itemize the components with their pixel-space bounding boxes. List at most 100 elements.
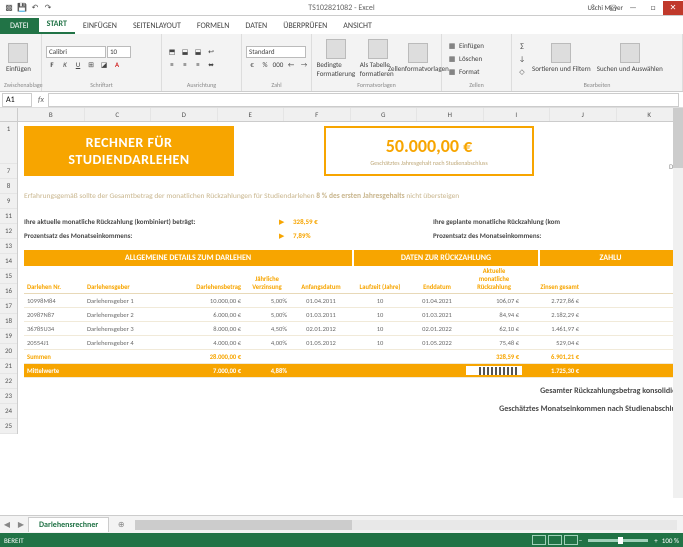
fill-color-button[interactable]: ◪ — [98, 59, 110, 71]
paste-button[interactable]: Einfügen — [4, 41, 33, 75]
bold-button[interactable]: F — [46, 59, 58, 71]
zoom-value[interactable]: 100 % — [662, 536, 679, 545]
cell-styles-button[interactable]: Zellenformatvorlagen — [400, 41, 437, 75]
add-sheet-button[interactable]: ⊕ — [113, 520, 129, 530]
align-center-button[interactable]: ≡ — [179, 59, 191, 71]
font-name-combo[interactable]: Calibri — [46, 46, 106, 58]
find-select-button[interactable]: Suchen und Auswählen — [595, 41, 665, 75]
clear-button[interactable]: ◇ — [516, 65, 528, 77]
dec-decimal-button[interactable]: → — [298, 59, 310, 71]
delete-cells-button[interactable]: ▦ — [446, 52, 458, 64]
row-header[interactable]: 8 — [0, 179, 17, 194]
font-size-combo[interactable]: 10 — [107, 46, 131, 58]
table-row-average[interactable]: Mittelwerte 7.000,00 € 4,88% 1.725,30 € — [24, 364, 683, 378]
underline-button[interactable]: U — [72, 59, 84, 71]
scrollbar-thumb[interactable] — [673, 108, 683, 168]
table-row[interactable]: 20987N87 Darlehensgeber 2 6.000,00 € 5,0… — [24, 308, 683, 322]
name-box[interactable]: A1 — [2, 93, 32, 107]
row-header[interactable]: 21 — [0, 359, 17, 374]
col-header[interactable]: J — [550, 108, 617, 121]
zoom-out-button[interactable]: − — [579, 536, 583, 545]
row-header[interactable]: 22 — [0, 374, 17, 389]
font-color-button[interactable]: A — [111, 59, 123, 71]
zoom-in-button[interactable]: + — [654, 536, 658, 545]
select-all-corner[interactable] — [0, 108, 18, 121]
col-header[interactable]: B — [18, 108, 85, 121]
sheet-nav-prev[interactable]: ◀ — [0, 520, 14, 530]
align-top-button[interactable]: ⬒ — [166, 46, 178, 58]
col-header[interactable]: I — [484, 108, 551, 121]
row-header[interactable]: 1 — [0, 122, 17, 164]
row-header[interactable]: 19 — [0, 329, 17, 344]
row-header[interactable]: 18 — [0, 314, 17, 329]
currency-button[interactable]: € — [246, 59, 258, 71]
insert-cells-button[interactable]: ▦ — [446, 39, 458, 51]
row-header[interactable]: 12 — [0, 224, 17, 239]
tab-data[interactable]: DATEN — [237, 18, 275, 34]
tab-review[interactable]: ÜBERPRÜFEN — [275, 18, 335, 34]
zoom-slider[interactable] — [588, 539, 648, 542]
tab-view[interactable]: ANSICHT — [335, 18, 380, 34]
format-cells-button[interactable]: ▦ — [446, 65, 458, 77]
sheet-tab-active[interactable]: Darlehensrechner — [28, 517, 109, 532]
tab-formulas[interactable]: FORMELN — [189, 18, 238, 34]
row-header[interactable]: 17 — [0, 299, 17, 314]
col-header[interactable]: C — [85, 108, 152, 121]
fill-button[interactable]: ↓ — [516, 52, 528, 64]
zoom-thumb[interactable] — [618, 537, 623, 544]
row-header[interactable]: 25 — [0, 419, 17, 434]
percent-button[interactable]: % — [259, 59, 271, 71]
col-header[interactable]: H — [417, 108, 484, 121]
conditional-format-button[interactable]: Bedingte Formatierung — [316, 37, 356, 80]
inc-decimal-button[interactable]: ← — [285, 59, 297, 71]
tab-pagelayout[interactable]: SEITENLAYOUT — [125, 18, 189, 34]
table-row[interactable]: 36785U34 Darlehensgeber 3 8.000,00 € 4,5… — [24, 322, 683, 336]
fx-icon[interactable]: fx — [38, 95, 44, 105]
row-header[interactable]: 9 — [0, 194, 17, 209]
vertical-scrollbar[interactable] — [673, 108, 683, 498]
undo-icon[interactable]: ↶ — [30, 3, 40, 13]
row-header[interactable]: 23 — [0, 389, 17, 404]
number-format-combo[interactable]: Standard — [246, 46, 306, 58]
row-header[interactable]: 7 — [0, 164, 17, 179]
row-header[interactable]: 16 — [0, 284, 17, 299]
ribbon-options-icon[interactable]: ▢ — [603, 1, 623, 15]
row-header[interactable]: 15 — [0, 269, 17, 284]
wrap-text-button[interactable]: ↩ — [205, 46, 217, 58]
close-button[interactable]: ✕ — [663, 1, 683, 15]
align-middle-button[interactable]: ⬓ — [179, 46, 191, 58]
row-header[interactable]: 14 — [0, 254, 17, 269]
sheet-nav-next[interactable]: ▶ — [14, 520, 28, 530]
save-icon[interactable]: 💾 — [17, 3, 27, 13]
view-pagelayout-button[interactable] — [548, 535, 562, 545]
sort-filter-button[interactable]: Sortieren und Filtern — [530, 41, 593, 75]
col-header[interactable]: F — [284, 108, 351, 121]
border-button[interactable]: ⊞ — [85, 59, 97, 71]
row-header[interactable]: 11 — [0, 209, 17, 224]
align-left-button[interactable]: ≡ — [166, 59, 178, 71]
format-as-table-button[interactable]: Als Tabelle formatieren — [358, 37, 398, 80]
table-row[interactable]: 20554J1 Darlehensgeber 4 4.000,00 € 4,00… — [24, 336, 683, 350]
help-icon[interactable]: ? — [583, 1, 603, 15]
view-pagebreak-button[interactable] — [564, 535, 578, 545]
scrollbar-thumb[interactable] — [135, 520, 352, 530]
file-tab[interactable]: DATEI — [0, 18, 39, 34]
align-bottom-button[interactable]: ⬓ — [192, 46, 204, 58]
merge-button[interactable]: ⬌ — [205, 59, 217, 71]
italic-button[interactable]: K — [59, 59, 71, 71]
col-header[interactable]: E — [218, 108, 285, 121]
row-header[interactable]: 24 — [0, 404, 17, 419]
maximize-button[interactable]: □ — [643, 1, 663, 15]
col-header[interactable]: D — [151, 108, 218, 121]
tab-insert[interactable]: EINFÜGEN — [75, 18, 125, 34]
comma-button[interactable]: 000 — [272, 59, 284, 71]
minimize-button[interactable]: — — [623, 1, 643, 15]
align-right-button[interactable]: ≡ — [192, 59, 204, 71]
autosum-button[interactable]: ∑ — [516, 39, 528, 51]
row-header[interactable]: 20 — [0, 344, 17, 359]
redo-icon[interactable]: ↷ — [43, 3, 53, 13]
formula-bar[interactable] — [48, 93, 679, 107]
view-normal-button[interactable] — [532, 535, 546, 545]
horizontal-scrollbar[interactable] — [135, 520, 677, 530]
table-row-sum[interactable]: Summen 28.000,00 € 328,59 € 6.901,21 € — [24, 350, 683, 364]
